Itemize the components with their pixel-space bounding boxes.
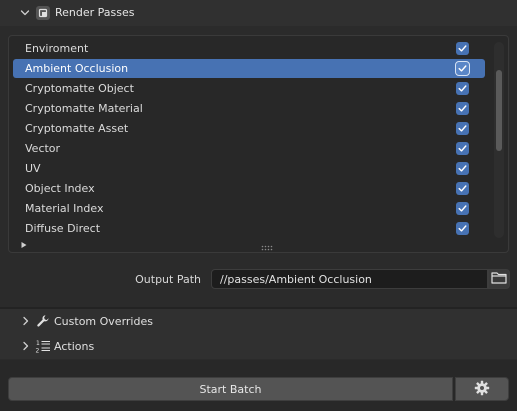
folder-icon [491, 271, 507, 287]
wrench-icon [36, 314, 50, 331]
render-passes-checkbox-icon[interactable] [36, 6, 50, 20]
custom-overrides-label: Custom Overrides [54, 315, 153, 328]
pass-checkbox[interactable] [456, 142, 469, 155]
pass-checkbox[interactable] [456, 162, 469, 175]
svg-text:1: 1 [36, 340, 40, 347]
output-path-value: //passes/Ambient Occlusion [220, 273, 372, 286]
pass-label: Vector [25, 142, 61, 155]
scrollbar-thumb[interactable] [496, 70, 502, 151]
pass-checkbox[interactable] [456, 202, 469, 215]
pass-checkbox[interactable] [456, 102, 469, 115]
pass-label: Cryptomatte Asset [25, 122, 129, 135]
numbered-list-icon: 1 2 [35, 338, 51, 357]
pass-label: Ambient Occlusion [25, 62, 129, 75]
list-item[interactable]: Cryptomatte Material [13, 99, 485, 118]
pass-label: UV [25, 162, 41, 175]
list-item[interactable]: Cryptomatte Object [13, 79, 485, 98]
pass-label: Cryptomatte Material [25, 102, 143, 115]
pass-checkbox[interactable] [455, 61, 470, 76]
pass-label: Enviroment [25, 42, 89, 55]
list-item[interactable]: Vector [13, 139, 485, 158]
pass-label: Cryptomatte Object [25, 82, 134, 95]
settings-button[interactable] [455, 377, 509, 401]
list-filter-expand-icon[interactable] [20, 239, 28, 248]
output-path-label: Output Path [135, 273, 201, 286]
pass-checkbox[interactable] [456, 222, 469, 235]
chevron-right-icon[interactable] [21, 341, 31, 351]
start-batch-button[interactable]: Start Batch [8, 377, 453, 401]
list-item[interactable]: Diffuse Direct [13, 219, 485, 238]
chevron-down-icon[interactable] [20, 8, 30, 18]
custom-overrides-panel-header[interactable]: Custom Overrides [0, 309, 517, 334]
pass-checkbox[interactable] [456, 122, 469, 135]
gear-icon [474, 380, 490, 399]
svg-text:2: 2 [36, 348, 40, 355]
list-item[interactable]: Enviroment [13, 39, 485, 58]
render-passes-panel-header[interactable]: Render Passes [0, 0, 517, 26]
render-passes-list[interactable]: Enviroment Ambient Occlusion Cryptomatte… [8, 35, 509, 253]
list-scrollbar[interactable] [494, 42, 504, 238]
actions-panel-header[interactable]: 1 2 Actions [0, 334, 517, 359]
pass-checkbox[interactable] [456, 182, 469, 195]
render-passes-title: Render Passes [55, 6, 135, 19]
actions-label: Actions [54, 340, 95, 353]
pass-label: Object Index [25, 182, 95, 195]
list-resize-grip-icon[interactable] [261, 241, 273, 251]
output-path-field[interactable]: //passes/Ambient Occlusion [211, 269, 488, 289]
pass-checkbox[interactable] [456, 42, 469, 55]
chevron-right-icon[interactable] [21, 316, 31, 326]
pass-label: Diffuse Direct [25, 222, 101, 235]
list-item[interactable]: Cryptomatte Asset [13, 119, 485, 138]
list-item[interactable]: UV [13, 159, 485, 178]
list-item-active[interactable]: Ambient Occlusion [13, 59, 485, 78]
list-item[interactable]: Material Index [13, 199, 485, 218]
list-item[interactable]: Object Index [13, 179, 485, 198]
pass-checkbox[interactable] [456, 82, 469, 95]
browse-folder-button[interactable] [488, 269, 510, 289]
pass-label: Material Index [25, 202, 104, 215]
